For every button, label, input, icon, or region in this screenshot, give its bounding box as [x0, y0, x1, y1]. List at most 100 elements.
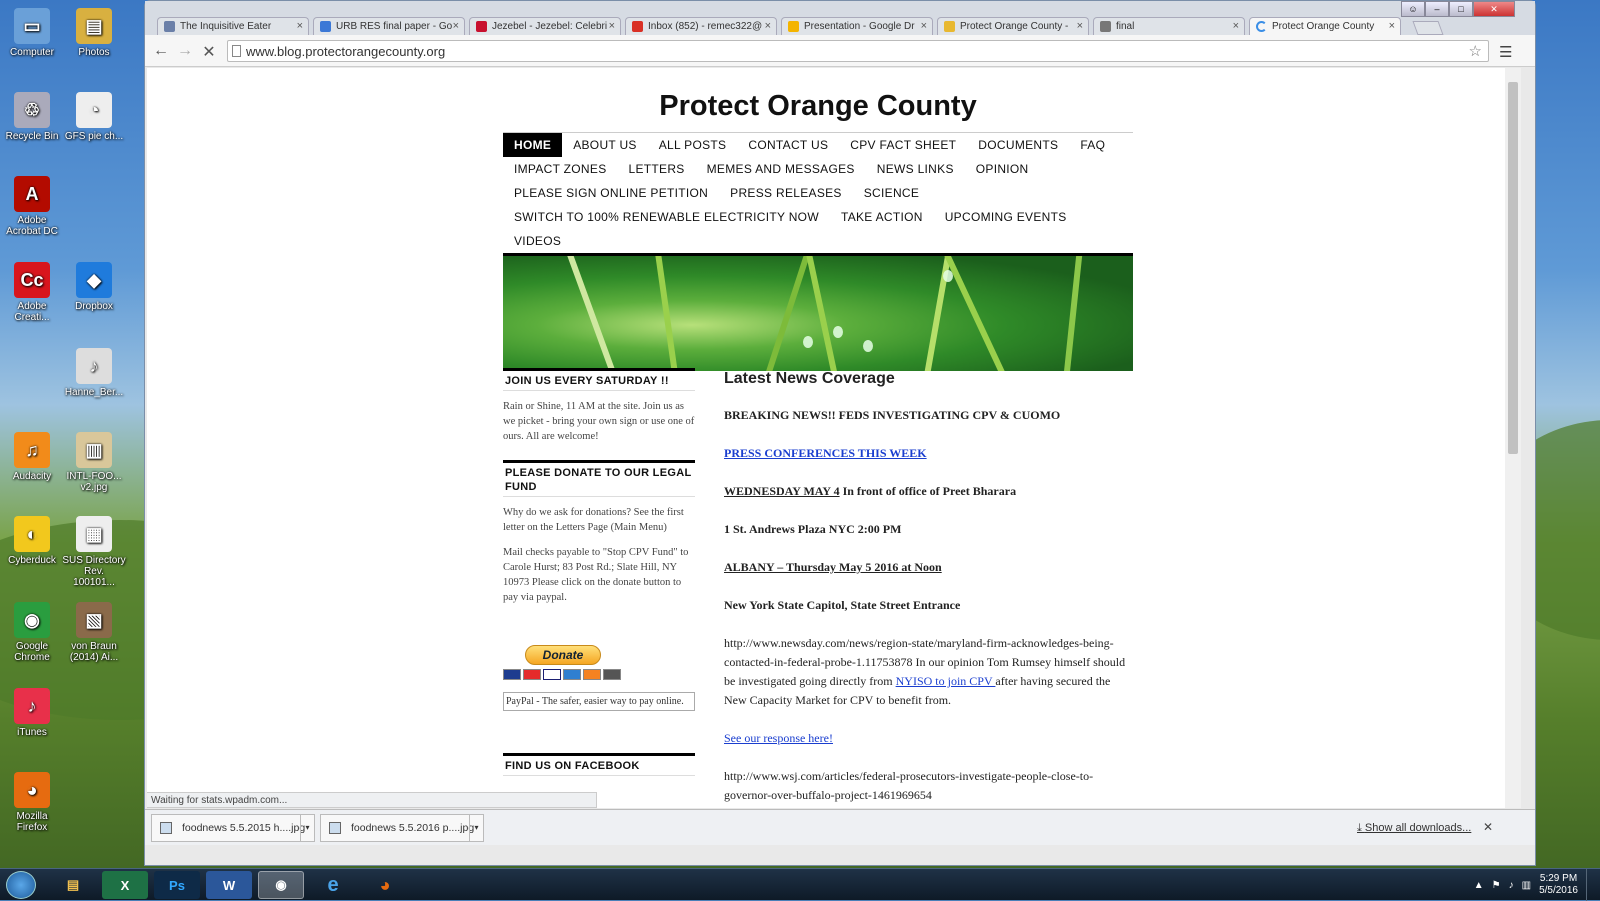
desktop-shortcut[interactable]: ▥ INTL-FOO... v2.jpg [62, 432, 126, 493]
address-bar[interactable]: www.blog.protectorangecounty.org ☆ [227, 40, 1489, 62]
forward-arrow-icon[interactable]: → [175, 42, 195, 60]
start-button[interactable] [6, 871, 36, 899]
user-icon[interactable]: ☺ [1401, 1, 1425, 17]
donate-button[interactable]: Donate [525, 645, 601, 665]
nav-item-take-action[interactable]: TAKE ACTION [830, 205, 934, 229]
tab-close-icon[interactable]: × [453, 20, 459, 32]
desktop-shortcut[interactable]: ▧ von Braun (2014) Ai... [62, 602, 126, 663]
nyiso-link[interactable]: NYISO to join CPV [896, 674, 996, 688]
download-menu-arrow-icon[interactable]: ▾ [469, 815, 483, 841]
download-item[interactable]: foodnews 5.5.2015 h....jpg ▾ [151, 814, 315, 842]
wsj-paragraph: http://www.wsj.com/articles/federal-pros… [724, 769, 1094, 802]
maximize-button[interactable]: □ [1449, 1, 1473, 17]
scrollbar-thumb[interactable] [1508, 82, 1518, 454]
nav-item-letters[interactable]: LETTERS [618, 157, 696, 181]
tab-favicon [788, 21, 799, 32]
nav-item-opinion[interactable]: OPINION [965, 157, 1040, 181]
nav-item-impact-zones[interactable]: IMPACT ZONES [503, 157, 618, 181]
page-scrollbar[interactable] [1505, 68, 1521, 808]
nav-item-home[interactable]: HOME [503, 133, 563, 157]
tab-close-icon[interactable]: × [765, 20, 771, 32]
clock[interactable]: 5:29 PM 5/5/2016 [1539, 873, 1578, 897]
word-icon[interactable]: W [206, 871, 252, 899]
tab-close-icon[interactable]: × [1077, 20, 1083, 32]
desktop-shortcut-label: iTunes [17, 727, 47, 738]
page-icon [232, 45, 241, 57]
nav-item-contact-us[interactable]: CONTACT US [737, 133, 839, 157]
desktop-shortcut[interactable]: ◔ GFS pie ch... [62, 92, 126, 142]
desktop-shortcut[interactable]: ◕ Mozilla Firefox [0, 772, 64, 833]
desktop-shortcut[interactable]: ▭ Computer [0, 8, 64, 58]
tab-close-icon[interactable]: × [609, 20, 615, 32]
photoshop-icon[interactable]: Ps [154, 871, 200, 899]
tray-arrow-icon[interactable]: ▲ [1474, 880, 1484, 891]
tab-close-icon[interactable]: × [1233, 20, 1239, 32]
widget-title-saturday: JOIN US EVERY SATURDAY !! [503, 368, 695, 391]
flag-icon[interactable]: ⚑ [1492, 880, 1501, 891]
desktop-shortcut[interactable]: ◆ Dropbox [62, 262, 126, 312]
press-conferences-link[interactable]: PRESS CONFERENCES THIS WEEK [724, 446, 927, 460]
download-item[interactable]: foodnews 5.5.2016 p....jpg ▾ [320, 814, 484, 842]
tab-inbox[interactable]: Inbox (852) - remec322@ × [625, 17, 777, 35]
nav-item-news-links[interactable]: NEWS LINKS [866, 157, 965, 181]
menu-hamburger-icon[interactable]: ☰ [1499, 43, 1512, 61]
tab-protect-orange-county-active[interactable]: Protect Orange County × [1249, 17, 1401, 36]
nav-item-science[interactable]: SCIENCE [853, 181, 930, 205]
desktop-shortcut[interactable]: Cc Adobe Creati... [0, 262, 64, 323]
desktop-shortcut[interactable]: ◐ Cyberduck [0, 516, 64, 566]
internet-explorer-icon[interactable]: e [310, 871, 356, 899]
network-icon[interactable]: ▥ [1522, 880, 1531, 891]
nav-item-documents[interactable]: DOCUMENTS [967, 133, 1069, 157]
tab-final[interactable]: final × [1093, 17, 1245, 35]
site-title[interactable]: Protect Orange County [503, 90, 1133, 128]
tab-presentation[interactable]: Presentation - Google Dr × [781, 17, 933, 35]
desktop-shortcut[interactable]: ♲ Recycle Bin [0, 92, 64, 142]
widget-title-facebook: FIND US ON FACEBOOK [503, 753, 695, 776]
show-desktop-button[interactable] [1586, 869, 1596, 901]
desktop-shortcut-label: Adobe Creati... [14, 301, 50, 323]
close-downloads-bar-icon[interactable]: ✕ [1483, 820, 1493, 834]
file-explorer-icon[interactable]: ▤ [50, 871, 96, 899]
desktop-shortcut[interactable]: ♪ Hanne_Ber... [62, 348, 126, 398]
tab-close-icon[interactable]: × [1389, 20, 1395, 32]
desktop-shortcut-label: Cyberduck [8, 555, 56, 566]
new-tab-button[interactable] [1412, 21, 1444, 35]
card-icon [603, 669, 621, 680]
tab-jezebel[interactable]: Jezebel - Jezebel: Celebri × [469, 17, 621, 35]
desktop-shortcut[interactable]: ♪ iTunes [0, 688, 64, 738]
desktop-shortcut[interactable]: ▤ Photos [62, 8, 126, 58]
volume-icon[interactable]: ♪ [1509, 880, 1514, 891]
tab-close-icon[interactable]: × [921, 20, 927, 32]
nav-item-switch-to-100-renewable-electricity-now[interactable]: SWITCH TO 100% RENEWABLE ELECTRICITY NOW [503, 205, 830, 229]
bookmark-star-icon[interactable]: ☆ [1469, 42, 1482, 60]
stop-loading-icon[interactable]: ✕ [199, 42, 219, 62]
nav-item-press-releases[interactable]: PRESS RELEASES [719, 181, 853, 205]
nav-item-faq[interactable]: FAQ [1069, 133, 1116, 157]
nav-item-all-posts[interactable]: ALL POSTS [648, 133, 738, 157]
tab-inquisitive-eater[interactable]: The Inquisitive Eater × [157, 17, 309, 35]
response-link[interactable]: See our response here! [724, 731, 833, 745]
nav-item-upcoming-events[interactable]: UPCOMING EVENTS [934, 205, 1078, 229]
back-arrow-icon[interactable]: ← [151, 42, 171, 60]
minimize-button[interactable]: – [1425, 1, 1449, 17]
nav-item-cpv-fact-sheet[interactable]: CPV FACT SHEET [839, 133, 967, 157]
chrome-taskbar-icon[interactable]: ◉ [258, 871, 304, 899]
excel-icon[interactable]: X [102, 871, 148, 899]
audacity-icon: ♫ [14, 432, 50, 468]
desktop-shortcut[interactable]: ♫ Audacity [0, 432, 64, 482]
desktop-shortcut[interactable]: ▦ SUS Directory Rev. 100101... [62, 516, 126, 588]
desktop-shortcut[interactable]: A Adobe Acrobat DC [0, 176, 64, 237]
show-all-downloads-link[interactable]: ⤓ Show all downloads... [1357, 822, 1471, 835]
nav-item-videos[interactable]: VIDEOS [503, 229, 572, 253]
download-menu-arrow-icon[interactable]: ▾ [300, 815, 314, 841]
nav-item-about-us[interactable]: ABOUT US [562, 133, 648, 157]
tab-close-icon[interactable]: × [297, 20, 303, 32]
computer-icon: ▭ [14, 8, 50, 44]
desktop-shortcut[interactable]: ◉ Google Chrome [0, 602, 64, 663]
tab-protect-orange-county-1[interactable]: Protect Orange County - × [937, 17, 1089, 35]
firefox-icon[interactable]: ◕ [362, 871, 408, 899]
nav-item-memes-and-messages[interactable]: MEMES AND MESSAGES [696, 157, 866, 181]
nav-item-please-sign-online-petition[interactable]: PLEASE SIGN ONLINE PETITION [503, 181, 719, 205]
tab-urb-res[interactable]: URB RES final paper - Go × [313, 17, 465, 35]
close-window-button[interactable]: ✕ [1473, 1, 1515, 17]
